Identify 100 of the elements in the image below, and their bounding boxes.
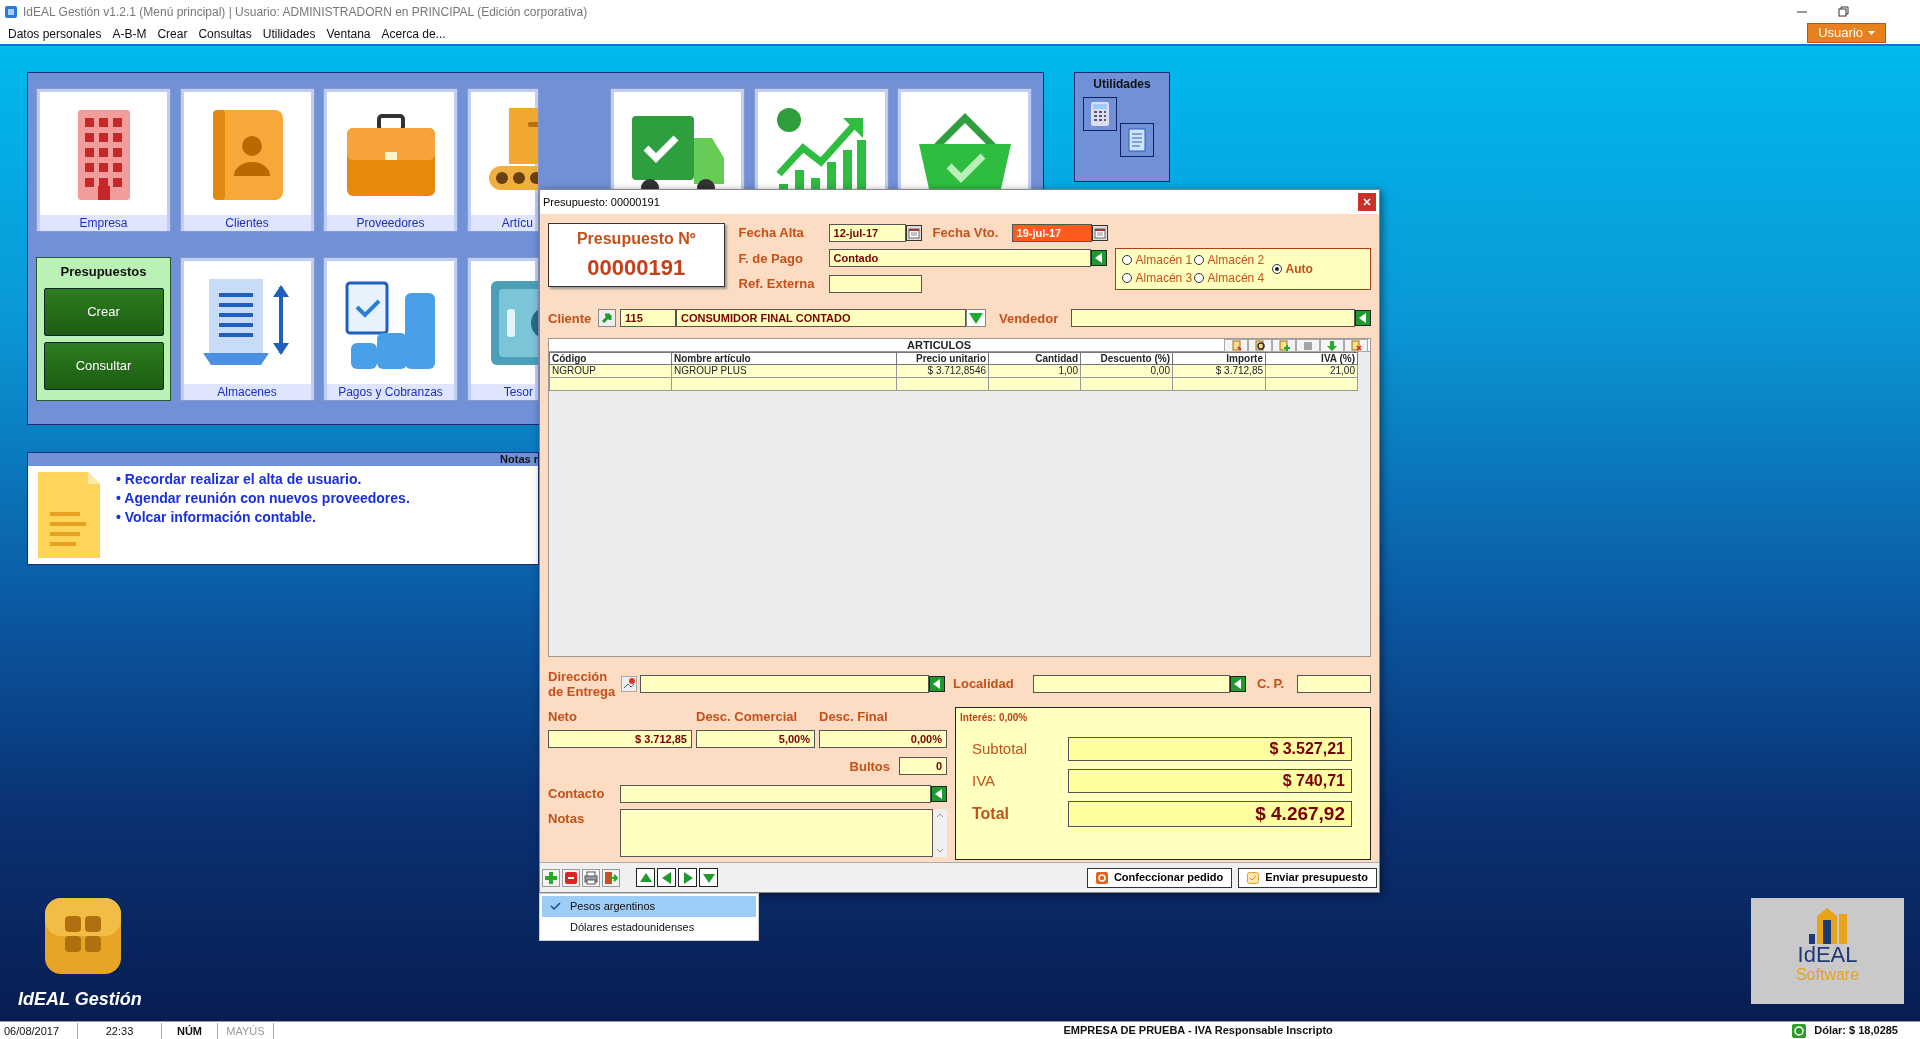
tile-label[interactable]: Proveedores [327,215,454,231]
note-text: • Recordar realizar el alta de usuario. [116,470,363,489]
payment-field[interactable]: Contado [828,249,1091,268]
seller-field[interactable] [1071,309,1355,328]
panel-button[interactable]: Consultar [43,341,164,390]
warehouse-radio[interactable]: Auto [1271,260,1364,278]
magnifier-icon [1254,339,1266,352]
notes-field[interactable] [620,808,933,857]
tile-card[interactable]: Empresa [36,88,171,232]
menu-item[interactable]: Ventana [326,25,371,43]
exit-button[interactable] [602,868,620,887]
calculator-icon[interactable] [1083,97,1117,131]
up-button[interactable] [636,868,655,887]
reference-field[interactable] [828,274,922,293]
left-arrow-button[interactable] [929,676,945,692]
tile-card[interactable]: Artícu [466,88,539,232]
left-arrow-button[interactable] [931,785,947,802]
close-button[interactable] [1358,193,1376,211]
contact-field[interactable] [620,784,931,803]
order-icon [1095,871,1108,884]
client-code-field[interactable]: 115 [620,309,676,328]
action-button[interactable]: Enviar presupuesto [1238,867,1377,888]
discount-field[interactable]: 0,00% [819,729,947,748]
down-arrow-button[interactable] [1320,339,1344,352]
remove-document-icon [1350,339,1362,352]
field-label: Fecha Vto. [932,224,1000,242]
notepad-icon[interactable] [1120,123,1154,157]
remove-button[interactable] [562,868,580,887]
budget-heading: Presupuesto Nº [576,228,696,249]
tile-card[interactable]: Clientes [179,88,315,232]
field-label: Localidad [953,675,1015,694]
left-arrow-button[interactable] [1355,310,1371,327]
menu-item[interactable]: Consultas [198,25,252,43]
print-icon [584,870,598,885]
date-field[interactable]: 12-jul-17 [828,223,906,242]
menu-item[interactable]: Datos personales [8,25,102,43]
tile-label[interactable]: Clientes [183,215,311,231]
column-header: Cantidad [988,352,1081,365]
menu-item[interactable]: Dólares estadounidenses [542,917,756,938]
discount-field[interactable]: 5,00% [696,729,815,748]
dollar-rate: Dólar: $ 18,0285 [1814,1023,1898,1039]
postal-code-field[interactable] [1297,675,1371,693]
down-button[interactable] [699,868,718,887]
tile-label[interactable]: Empresa [40,215,167,231]
calendar-button[interactable] [1091,224,1108,241]
tile-label[interactable]: Almacenes [183,384,311,400]
tile-card[interactable]: Pagos y Cobranzas [323,257,458,401]
field-label: C. P. [1257,675,1286,694]
left-arrow-button[interactable] [1230,676,1246,692]
restore-icon[interactable] [1838,6,1850,18]
field-label: Cliente [548,309,593,328]
add-button[interactable] [542,868,560,887]
tile-card[interactable]: Tesor [466,257,539,401]
left-arrow-button[interactable] [1090,250,1107,267]
down-arrow-icon [1326,339,1338,352]
dropdown-button[interactable] [966,309,986,328]
check-icon [550,901,561,911]
status-time: 22:33 [78,1022,162,1039]
tile-card[interactable]: Proveedores [323,88,458,232]
field-label: Bultos [849,757,890,776]
menu-item[interactable]: Crear [157,25,188,43]
add-document-icon [1278,339,1290,352]
address-field[interactable] [640,675,929,693]
calendar-button[interactable] [905,224,922,241]
menu-item[interactable]: A-B-M [112,25,147,43]
brand-tagline: Software [1795,966,1860,984]
add-icon [544,870,558,885]
net-amount-field[interactable]: $ 3.712,85 [548,729,692,748]
print-button[interactable] [582,868,600,887]
action-button[interactable]: Confeccionar pedido [1086,867,1233,888]
warehouse-radio[interactable]: Almacén 2 [1193,251,1272,269]
locality-field[interactable] [1033,675,1230,693]
panel-title: Presupuestos [60,263,147,281]
menu-item[interactable]: Acerca de... [381,25,446,43]
remove-document-button[interactable] [1344,339,1368,352]
menu-item[interactable]: Utilidades [262,25,316,43]
panel-button[interactable]: Crear [43,287,164,336]
status-company: EMPRESA DE PRUEBA - IVA Responsable Inscripto [1062,1023,1334,1039]
tile-label[interactable]: Tesor [470,384,535,400]
scrollbar[interactable] [933,808,947,857]
warehouse-radio[interactable]: Almacén 4 [1193,269,1272,287]
column-header: Importe [1172,352,1266,365]
next-button[interactable] [678,868,697,887]
packages-field[interactable]: 0 [899,757,947,776]
menu-item[interactable]: Pesos argentinos [542,896,756,917]
field-label: Fecha Alta [738,224,805,242]
warehouse-radio[interactable]: Almacén 3 [1121,269,1194,287]
field-label: Neto [548,708,578,726]
client-name-field[interactable]: CONSUMIDOR FINAL CONTADO [676,309,966,328]
tile-label[interactable]: Pagos y Cobranzas [327,384,454,400]
previous-button[interactable] [657,868,676,887]
tile-label[interactable]: Artícu [470,215,535,231]
client-lookup-button[interactable] [598,309,616,328]
window-title: IdEAL Gestión v1.2.1 (Menú principal) | Usuario: ADMINISTRADORN en PRINCIPAL (Edición corporativa) [23,4,588,21]
tile-card[interactable]: Almacenes [179,257,315,401]
document-edit-button[interactable] [1224,339,1248,352]
map-pin-icon[interactable] [621,676,637,692]
column-header: Nombre artículo [671,352,897,365]
magnifier-button[interactable] [1248,339,1272,352]
warehouse-radio[interactable]: Almacén 1 [1121,251,1194,269]
